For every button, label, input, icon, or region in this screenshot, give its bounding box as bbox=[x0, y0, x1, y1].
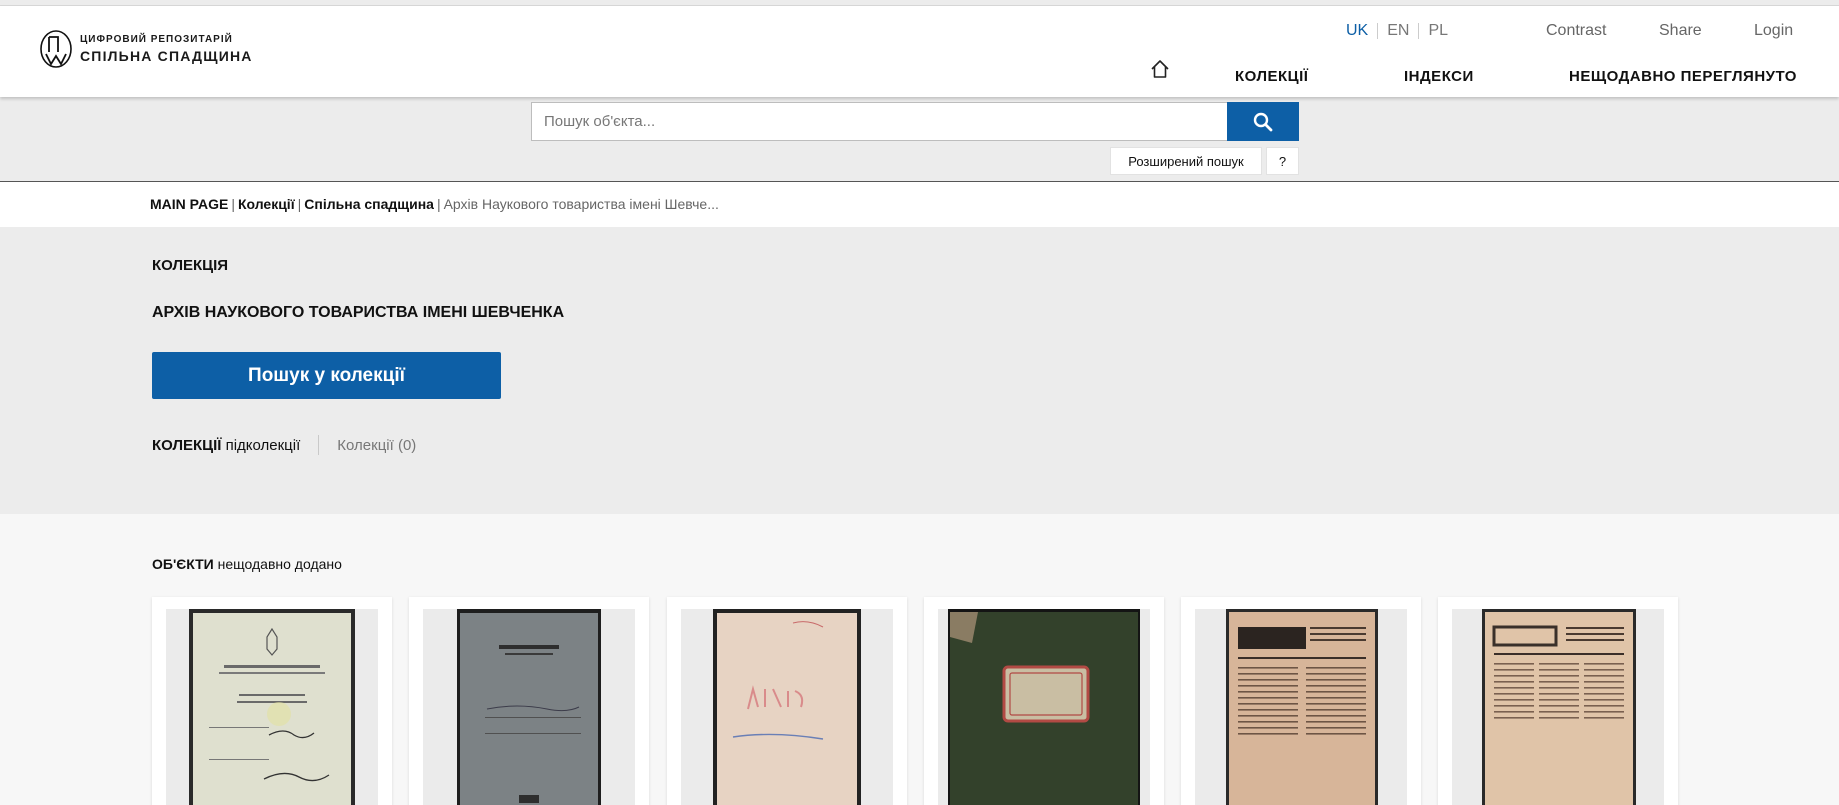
search-help-button[interactable]: ? bbox=[1266, 147, 1299, 175]
subcollections-divider bbox=[318, 435, 320, 455]
object-card-vpered-newspaper[interactable] bbox=[1181, 597, 1421, 805]
lang-pl[interactable]: PL bbox=[1419, 23, 1457, 39]
home-icon[interactable] bbox=[1149, 58, 1171, 80]
lang-uk[interactable]: UK bbox=[1346, 23, 1379, 39]
advanced-search-button[interactable]: Розширений пошук bbox=[1110, 147, 1262, 175]
search-in-collection-button[interactable]: Пошук у колекції bbox=[152, 352, 501, 399]
search-icon bbox=[1253, 112, 1273, 131]
breadcrumb-main-page[interactable]: MAIN PAGE bbox=[150, 196, 228, 212]
subcollections-row: КОЛЕКЦІЇ підколекції Колекції (0) bbox=[152, 435, 416, 455]
breadcrumb-common-heritage[interactable]: Спільна спадщина bbox=[304, 196, 434, 212]
breadcrumb-collections[interactable]: Колекції bbox=[238, 196, 295, 212]
object-card-green-ledger[interactable] bbox=[924, 597, 1164, 805]
nav-indexes[interactable]: ІНДЕКСИ bbox=[1404, 68, 1474, 85]
share-link[interactable]: Share bbox=[1659, 22, 1702, 40]
language-switcher: UK EN PL bbox=[1346, 23, 1457, 39]
site-header: ЦИФРОВИЙ РЕПОЗИТАРІЙ СПІЛЬНА СПАДЩИНА UK… bbox=[0, 6, 1839, 97]
collection-title: АРХІВ НАУКОВОГО ТОВАРИСТВА ІМЕНІ ШЕВЧЕНК… bbox=[152, 304, 565, 321]
nav-collections[interactable]: КОЛЕКЦІЇ bbox=[1235, 68, 1308, 85]
logo-emblem-icon bbox=[40, 30, 72, 68]
subcollections-label-rest: підколекції bbox=[221, 436, 301, 454]
objects-heading: ОБ'ЄКТИ нещодавно додано bbox=[152, 556, 342, 572]
logo-line-1: ЦИФРОВИЙ РЕПОЗИТАРІЙ bbox=[80, 34, 233, 45]
object-card-notebook-skoroszyt[interactable] bbox=[409, 597, 649, 805]
login-link[interactable]: Login bbox=[1754, 22, 1793, 40]
search-band: Розширений пошук ? bbox=[0, 97, 1839, 182]
object-card-wpered-newspaper[interactable] bbox=[1438, 597, 1678, 805]
breadcrumb-current: Архів Наукового товариства імені Шевче..… bbox=[443, 196, 719, 212]
search-input[interactable] bbox=[531, 102, 1228, 141]
search-button[interactable] bbox=[1227, 102, 1299, 141]
object-thumbnail bbox=[1482, 609, 1636, 805]
objects-band: ОБ'ЄКТИ нещодавно додано bbox=[0, 514, 1839, 805]
object-card-visy-manuscript[interactable] bbox=[667, 597, 907, 805]
object-thumbnail bbox=[713, 609, 861, 805]
site-logo[interactable]: ЦИФРОВИЙ РЕПОЗИТАРІЙ СПІЛЬНА СПАДЩИНА bbox=[38, 28, 253, 70]
nav-recently-viewed[interactable]: НЕЩОДАВНО ПЕРЕГЛЯНУТО bbox=[1569, 68, 1797, 85]
object-thumbnail bbox=[1226, 609, 1378, 805]
collection-band: КОЛЕКЦІЯ АРХІВ НАУКОВОГО ТОВАРИСТВА ІМЕН… bbox=[0, 227, 1839, 514]
object-thumbnail bbox=[457, 609, 601, 805]
contrast-link[interactable]: Contrast bbox=[1546, 22, 1606, 40]
logo-line-2: СПІЛЬНА СПАДЩИНА bbox=[80, 48, 253, 64]
subcollections-count-tab[interactable]: Колекції (0) bbox=[337, 437, 416, 454]
objects-heading-rest: нещодавно додано bbox=[213, 556, 342, 572]
collection-label: КОЛЕКЦІЯ bbox=[152, 257, 229, 274]
breadcrumb: MAIN PAGE | Колекції | Спільна спадщина | Архі… bbox=[150, 196, 719, 212]
subcollections-label-bold: КОЛЕКЦІЇ bbox=[152, 436, 222, 454]
lang-en[interactable]: EN bbox=[1378, 23, 1420, 39]
object-thumbnail bbox=[189, 609, 355, 805]
object-thumbnail bbox=[948, 609, 1140, 805]
objects-heading-bold: ОБ'ЄКТИ bbox=[152, 556, 214, 572]
object-card-passport-document[interactable] bbox=[152, 597, 392, 805]
